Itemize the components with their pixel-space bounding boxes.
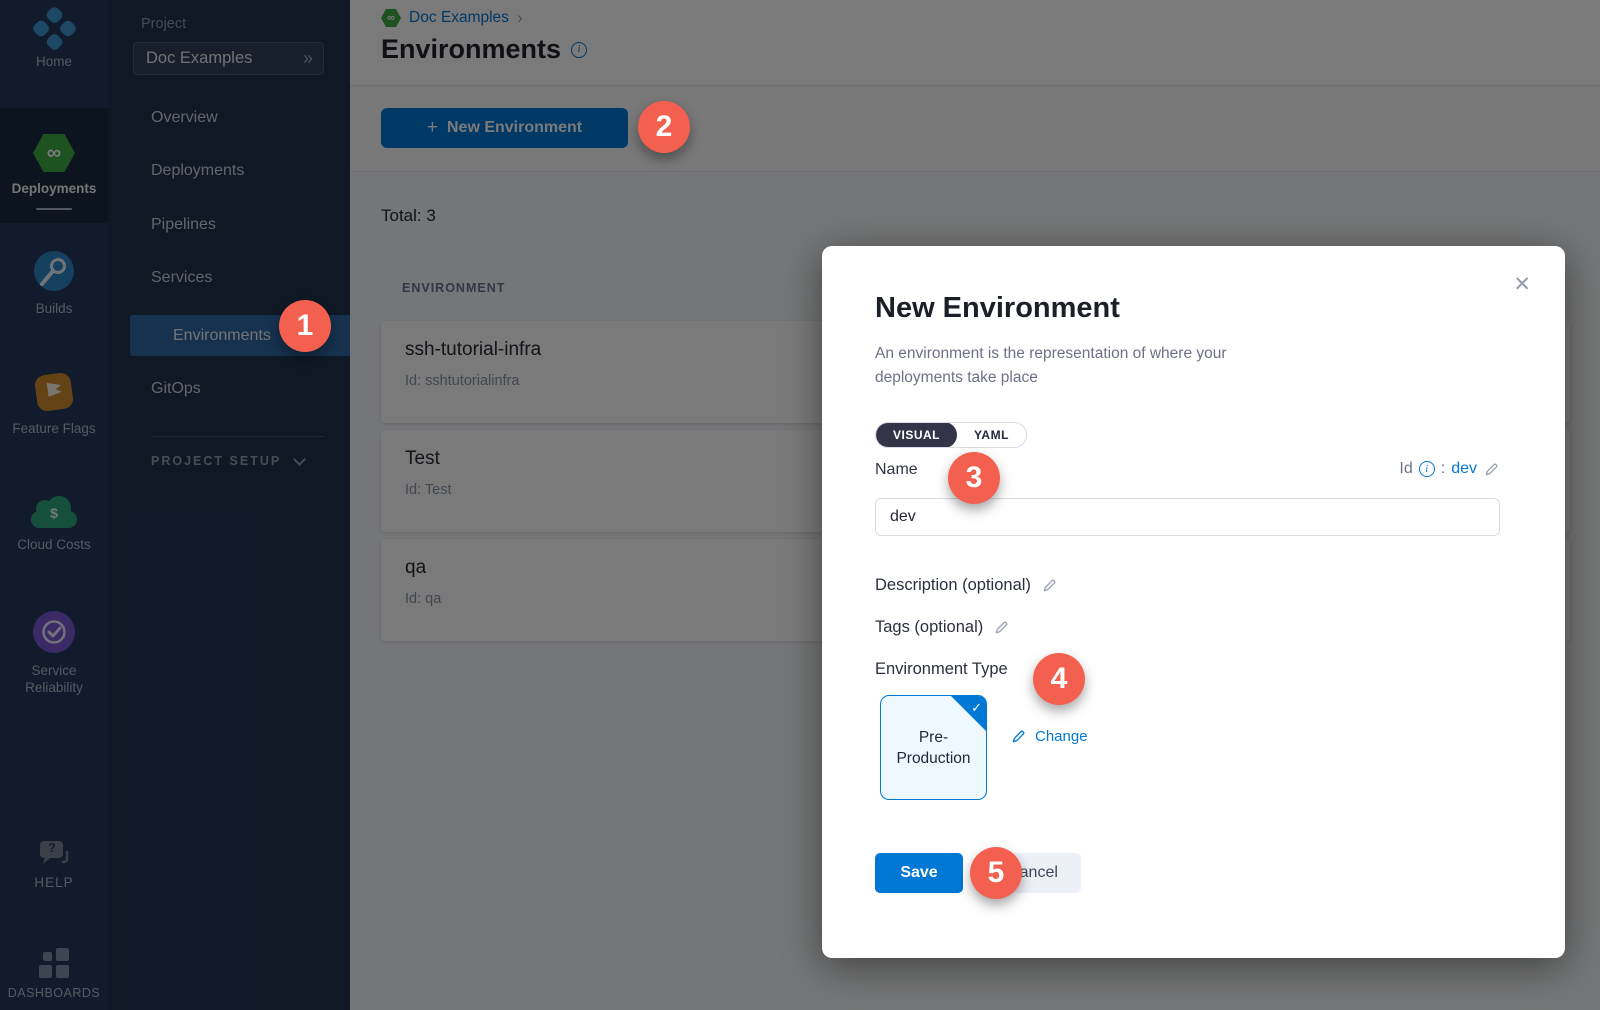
new-environment-modal: ✕ New Environment An environment is the … [822,246,1565,958]
info-icon[interactable]: i [1419,461,1435,477]
modal-description: An environment is the representation of … [875,342,1305,390]
edit-id-pencil-icon[interactable] [1483,461,1500,478]
modal-title: New Environment [875,292,1120,325]
tags-label: Tags (optional) [875,618,983,637]
id-label: Id [1399,460,1412,478]
close-icon[interactable]: ✕ [1513,272,1531,297]
edit-tags-pencil-icon [993,619,1010,636]
environment-type-card-pre-production[interactable]: Pre-Production ✓ [880,695,987,800]
edit-description-pencil-icon [1041,577,1058,594]
tab-yaml[interactable]: YAML [957,422,1026,448]
name-input[interactable] [875,498,1500,536]
name-label: Name [875,461,918,479]
change-pencil-icon [1010,728,1027,745]
annotation-badge-4: 4 [1033,653,1085,705]
change-environment-type-link[interactable]: Change [1010,728,1088,745]
check-icon: ✓ [971,697,982,718]
app-root: Home ∞ Deployments Builds Feature Flags … [0,0,1600,1010]
id-colon: : [1441,460,1445,478]
id-row: Id i : dev [1399,460,1500,478]
description-label: Description (optional) [875,576,1031,595]
change-label: Change [1035,728,1088,745]
annotation-badge-2: 2 [638,101,690,153]
annotation-badge-3: 3 [948,452,1000,504]
tags-row[interactable]: Tags (optional) [875,618,1010,637]
tab-visual[interactable]: VISUAL [876,422,957,448]
visual-yaml-toggle: VISUAL YAML [875,422,1027,448]
description-row[interactable]: Description (optional) [875,576,1058,595]
environment-type-label: Environment Type [875,660,1008,679]
save-button[interactable]: Save [875,853,963,893]
annotation-badge-1: 1 [279,300,331,352]
annotation-badge-5: 5 [970,847,1022,899]
environment-type-value: Pre-Production [890,727,977,769]
id-value: dev [1451,460,1477,478]
environment-type-row: Environment Type [875,660,1008,679]
